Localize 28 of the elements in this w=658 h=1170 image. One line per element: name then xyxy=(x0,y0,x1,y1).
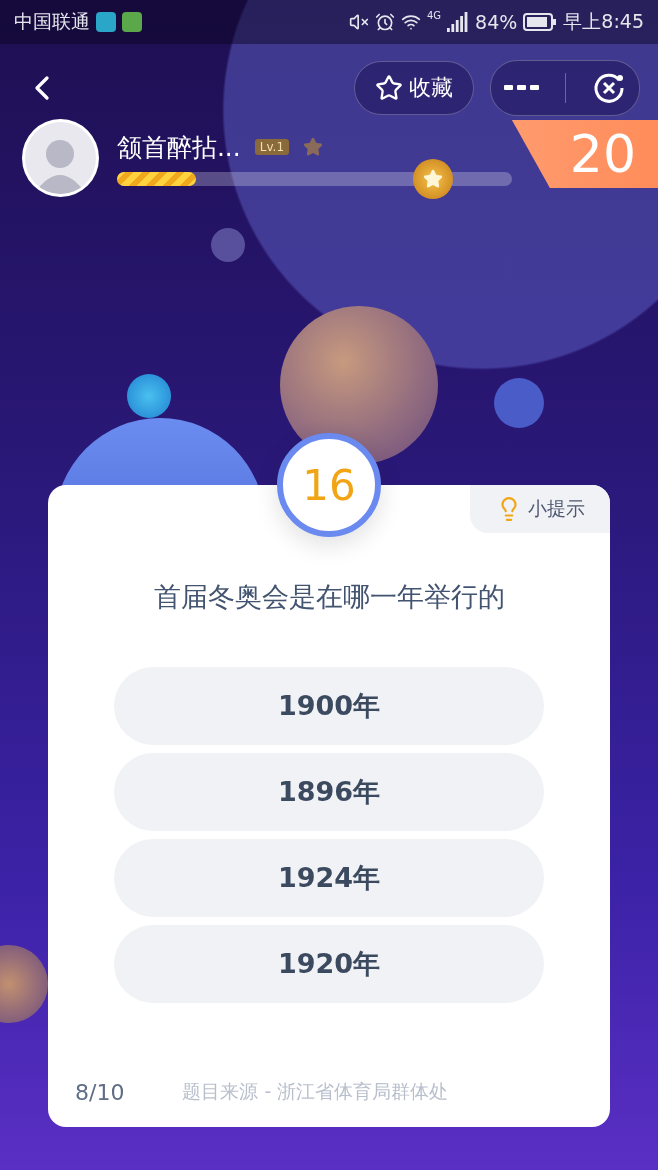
battery-icon xyxy=(523,13,558,31)
user-name: 颔首醉拈... xyxy=(116,131,241,164)
app-icon xyxy=(122,12,142,32)
battery-percent: 84% xyxy=(475,11,518,33)
level-badge: Lv.1 xyxy=(254,139,290,155)
star-icon xyxy=(375,74,403,102)
answer-option[interactable]: 1896年 xyxy=(114,753,544,831)
question-source: 题目来源 - 浙江省体育局群体处 xyxy=(182,1079,449,1104)
hint-button[interactable]: 小提示 xyxy=(470,485,610,533)
planet-drawing xyxy=(494,378,544,428)
question-counter: 8/10 xyxy=(75,1079,125,1105)
clock-time: 早上8:45 xyxy=(563,9,644,34)
score-badge: 20 xyxy=(511,120,658,188)
answer-option[interactable]: 1924年 xyxy=(114,839,544,917)
carrier-name: 中国联通 xyxy=(14,9,90,34)
signal-icon xyxy=(447,12,470,32)
answer-option[interactable]: 1920年 xyxy=(114,925,544,1003)
star-medal-icon xyxy=(412,158,453,199)
network-type: 4G xyxy=(426,10,442,21)
star-icon xyxy=(303,137,324,157)
wifi-icon xyxy=(400,12,421,32)
mute-icon xyxy=(348,12,369,32)
more-icon[interactable] xyxy=(503,84,540,92)
planet-drawing xyxy=(211,228,245,262)
favorite-button[interactable]: 收藏 xyxy=(354,61,474,115)
alarm-icon xyxy=(374,12,395,32)
question-text: 首届冬奥会是在哪一年举行的 xyxy=(153,580,505,614)
answer-option[interactable]: 1900年 xyxy=(114,667,544,745)
